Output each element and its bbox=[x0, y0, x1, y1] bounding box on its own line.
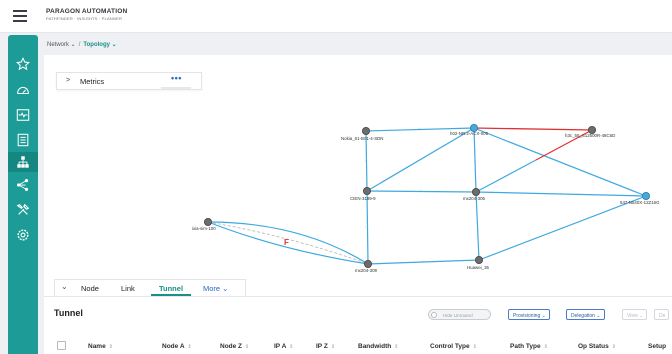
settings-gear-icon[interactable] bbox=[16, 228, 30, 242]
column-ip-z[interactable]: IP Z ⇕ bbox=[316, 343, 335, 350]
breadcrumb: Network ⌄ / Topology ⌄ bbox=[47, 41, 117, 48]
star-icon[interactable] bbox=[16, 57, 30, 71]
collapse-chevron-icon[interactable]: ⌄ bbox=[61, 282, 68, 291]
select-all-checkbox[interactable] bbox=[57, 341, 66, 350]
column-node-a[interactable]: Node A ⇕ bbox=[162, 343, 192, 350]
node-label: Huawei_35 bbox=[467, 265, 490, 270]
metrics-divider bbox=[161, 87, 191, 89]
panel-divider bbox=[44, 296, 672, 297]
hide-unrouted-label: Hide Unrouted bbox=[443, 312, 473, 318]
node-label: 547-N540X-12Z16G bbox=[620, 200, 660, 205]
node-label: ixia-sim-100 bbox=[192, 226, 216, 231]
column-node-z[interactable]: Node Z ⇕ bbox=[220, 343, 249, 350]
column-control-type[interactable]: Control Type ⇕ bbox=[430, 343, 477, 350]
brand-title: PARAGON AUTOMATION bbox=[46, 8, 128, 15]
metrics-panel: > Metrics ••• bbox=[56, 72, 202, 90]
tab-node[interactable]: Node bbox=[81, 284, 99, 293]
breadcrumb-separator: / bbox=[78, 42, 81, 48]
sidebar-nav bbox=[8, 35, 38, 354]
hamburger-menu-icon[interactable] bbox=[13, 10, 27, 22]
view-button[interactable]: View ⌄ bbox=[622, 309, 648, 320]
tab-link[interactable]: Link bbox=[121, 284, 135, 293]
node-label: Nokia_61-B01-4-SDN bbox=[341, 136, 383, 141]
node-label: h02-NR.2-ACX-005 bbox=[450, 131, 489, 136]
tunnel-section-title: Tunnel bbox=[54, 308, 83, 318]
node-label: h3c_55_S12500R-48C6D bbox=[565, 133, 615, 138]
de-button-partial[interactable]: De bbox=[654, 309, 670, 320]
metrics-label: Metrics bbox=[80, 77, 105, 86]
delegation-button[interactable]: Delegation ⌄ bbox=[566, 309, 605, 320]
expand-chevron-icon[interactable]: > bbox=[66, 77, 70, 84]
share-nodes-icon[interactable] bbox=[16, 178, 30, 192]
brand-logo: PARAGON AUTOMATION PATHFINDER · INSIGHTS… bbox=[46, 8, 128, 21]
dashboard-gauge-icon[interactable] bbox=[16, 83, 30, 97]
document-list-icon[interactable] bbox=[16, 133, 30, 147]
node-label: mx204-305 bbox=[463, 196, 486, 201]
hide-unrouted-toggle[interactable]: Hide Unrouted bbox=[428, 309, 491, 320]
provisioning-button[interactable]: Provisioning ⌄ bbox=[508, 309, 550, 320]
column-bandwidth[interactable]: Bandwidth ⇕ bbox=[358, 343, 398, 350]
breadcrumb-topology[interactable]: Topology ⌄ bbox=[83, 42, 116, 48]
brand-subtitle: PATHFINDER · INSIGHTS · PLANNER bbox=[46, 15, 123, 21]
network-topology-icon[interactable] bbox=[8, 152, 38, 172]
node-label: CIEN-3189-9 bbox=[350, 196, 376, 201]
column-setup[interactable]: Setup bbox=[648, 343, 666, 350]
column-op-status[interactable]: Op Status ⇕ bbox=[578, 343, 616, 350]
tab-tunnel[interactable]: Tunnel bbox=[159, 284, 183, 293]
monitor-pulse-icon[interactable] bbox=[16, 108, 30, 122]
toggle-knob bbox=[431, 312, 437, 318]
tunnel-table-header: Name ⇕ Node A ⇕ Node Z ⇕ IP A ⇕ IP Z ⇕ Bandwi… bbox=[44, 338, 672, 354]
tools-icon[interactable] bbox=[16, 203, 30, 217]
column-ip-a[interactable]: IP A ⇕ bbox=[274, 343, 294, 350]
column-path-type[interactable]: Path Type ⇕ bbox=[510, 343, 548, 350]
column-name[interactable]: Name ⇕ bbox=[88, 343, 113, 350]
metrics-more-button[interactable]: ••• bbox=[171, 73, 182, 83]
top-header-bar: PARAGON AUTOMATION PATHFINDER · INSIGHTS… bbox=[0, 0, 672, 33]
bottom-tabs: ⌄ Node Link Tunnel More ⌄ bbox=[54, 279, 246, 296]
breadcrumb-network[interactable]: Network ⌄ bbox=[47, 42, 76, 48]
tab-more[interactable]: More ⌄ bbox=[203, 284, 228, 293]
node-label: mx204-309 bbox=[355, 268, 378, 273]
